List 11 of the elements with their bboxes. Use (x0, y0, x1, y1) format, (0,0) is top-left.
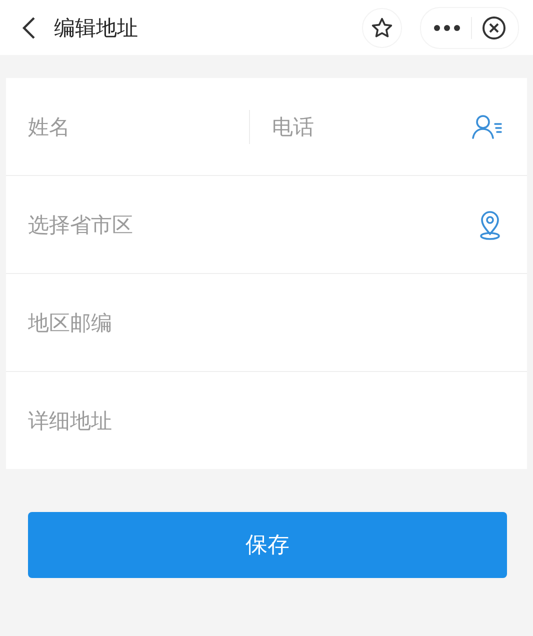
page-title: 编辑地址 (54, 14, 139, 42)
contact-icon[interactable] (471, 114, 503, 140)
input-field[interactable]: 姓名 (28, 110, 227, 142)
close-icon[interactable] (482, 16, 506, 40)
input-field[interactable]: 地区邮编 (28, 306, 503, 338)
save-button[interactable]: 保存 (28, 512, 507, 578)
more-icon[interactable] (433, 24, 461, 32)
input-field[interactable]: 选择省市区 (28, 208, 477, 240)
input-field[interactable]: 电话 (272, 110, 471, 142)
input-field[interactable]: 详细地址 (28, 404, 503, 436)
location-pin-icon[interactable] (477, 210, 503, 240)
